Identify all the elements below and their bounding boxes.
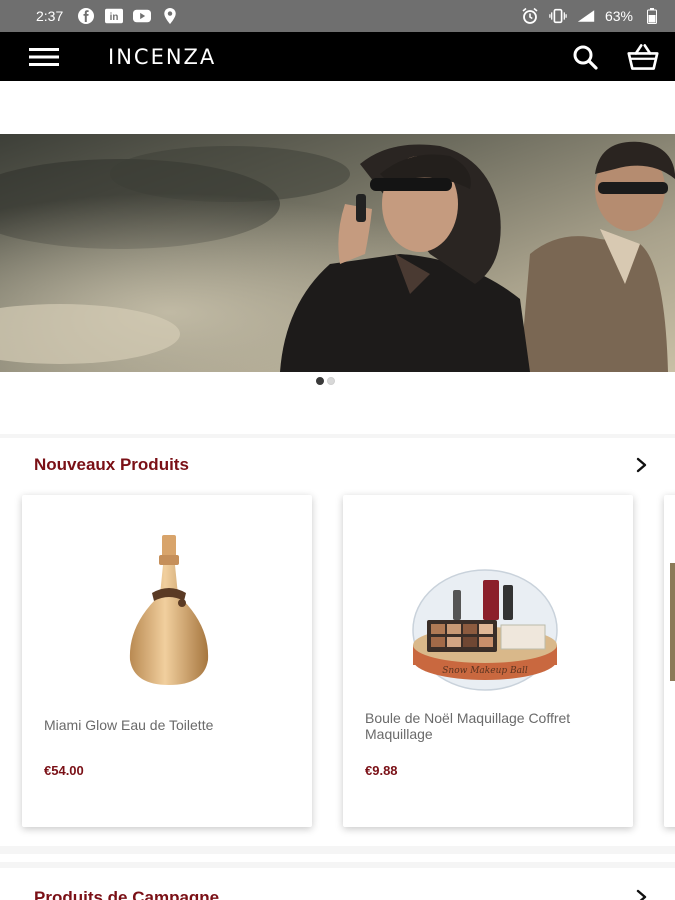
product-card[interactable]: Snow Makeup Ball Boule de Noël Maquillag… (343, 495, 633, 827)
location-icon (161, 7, 179, 25)
chevron-right-icon[interactable] (633, 456, 651, 474)
svg-text:in: in (110, 12, 119, 23)
app-screen: 2:37 in 63% INCENZA Nouveaux Produits Mi… (0, 0, 675, 900)
product-name: Boule de Noël Maquillage Coffret Maquill… (365, 710, 571, 742)
status-time: 2:37 (36, 8, 64, 24)
product-card[interactable]: Miami Glow Eau de Toilette €54.00 (22, 495, 312, 827)
product-name: Miami Glow Eau de Toilette (44, 717, 214, 733)
section-title: Nouveaux Produits (34, 455, 189, 474)
section-title: Produits de Campagne (34, 888, 220, 900)
product-price: €9.88 (365, 763, 398, 778)
app-bar: INCENZA (0, 32, 675, 81)
svg-text:Snow Makeup Ball: Snow Makeup Ball (442, 666, 528, 676)
brand-logo[interactable]: INCENZA (108, 45, 216, 69)
notification-icons: in (77, 7, 179, 25)
product-price: €54.00 (44, 763, 84, 778)
product-image: Snow Makeup Ball (412, 569, 558, 691)
menu-button[interactable] (24, 37, 64, 77)
basket-icon (627, 43, 659, 70)
system-icons: 63% (521, 7, 661, 25)
status-bar: 2:37 in 63% (0, 0, 675, 32)
promo-banner[interactable] (0, 134, 675, 372)
carousel-dot[interactable] (327, 377, 335, 385)
chevron-right-icon[interactable] (633, 888, 651, 900)
carousel-dot[interactable] (316, 377, 324, 385)
banner-image (0, 134, 675, 372)
product-card-partial[interactable] (664, 495, 675, 827)
cart-button[interactable] (627, 41, 659, 73)
battery-percent: 63% (604, 8, 633, 24)
wifi-signal-icon (577, 7, 595, 25)
carousel-dots (316, 377, 335, 385)
battery-icon (643, 7, 661, 25)
vibrate-icon (549, 7, 567, 25)
search-icon (573, 45, 598, 70)
linkedin-icon: in (105, 7, 124, 25)
hamburger-menu-icon (29, 47, 59, 66)
youtube-icon (133, 7, 152, 25)
facebook-icon (77, 7, 95, 25)
product-image (129, 535, 209, 685)
alarm-icon (521, 7, 539, 25)
search-button[interactable] (569, 41, 601, 73)
product-image (670, 563, 675, 681)
